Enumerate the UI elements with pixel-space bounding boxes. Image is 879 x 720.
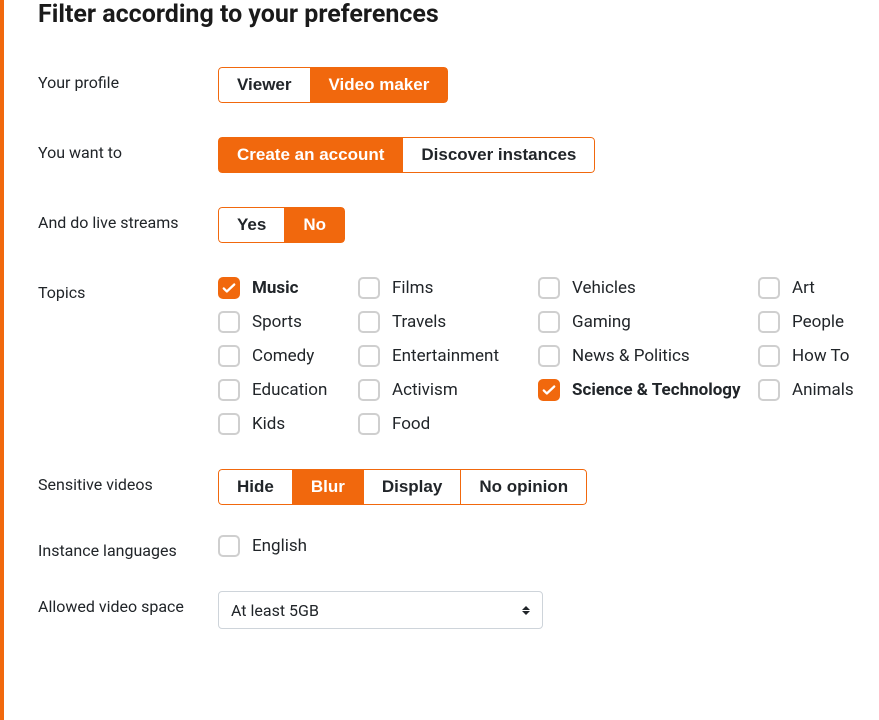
checkbox-box bbox=[758, 277, 780, 299]
profile-option-video-maker[interactable]: Video maker bbox=[311, 67, 449, 103]
topics-checkbox-people[interactable]: People bbox=[758, 311, 878, 333]
checkbox-box bbox=[358, 345, 380, 367]
want-segmented: Create an accountDiscover instances bbox=[218, 137, 595, 173]
topics-checkbox-art[interactable]: Art bbox=[758, 277, 878, 299]
space-select-value: At least 5GB bbox=[231, 601, 319, 620]
space-select[interactable]: At least 5GB bbox=[218, 591, 543, 629]
checkbox-label: Science & Technology bbox=[572, 380, 741, 400]
checkbox-label: Films bbox=[392, 278, 433, 298]
topics-checkbox-animals[interactable]: Animals bbox=[758, 379, 878, 401]
checkbox-box bbox=[218, 311, 240, 333]
checkbox-box bbox=[538, 311, 560, 333]
checkbox-label: Activism bbox=[392, 380, 458, 400]
topics-label: Topics bbox=[38, 277, 218, 302]
topics-checkbox-how-to[interactable]: How To bbox=[758, 345, 878, 367]
filter-heading: Filter according to your preferences bbox=[38, 0, 879, 29]
space-label: Allowed video space bbox=[38, 591, 218, 616]
checkbox-box bbox=[758, 311, 780, 333]
sensitive-segmented: HideBlurDisplayNo opinion bbox=[218, 469, 587, 505]
checkbox-box bbox=[358, 379, 380, 401]
checkbox-box bbox=[358, 413, 380, 435]
checkbox-label: Food bbox=[392, 414, 430, 434]
topics-checkbox-kids[interactable]: Kids bbox=[218, 413, 358, 435]
languages-label: Instance languages bbox=[38, 535, 218, 560]
checkbox-box bbox=[538, 379, 560, 401]
want-label: You want to bbox=[38, 137, 218, 162]
checkbox-box bbox=[218, 277, 240, 299]
languages-checkbox-english[interactable]: English bbox=[218, 535, 307, 557]
checkbox-label: English bbox=[252, 536, 307, 556]
checkbox-label: News & Politics bbox=[572, 346, 690, 366]
accent-rule bbox=[0, 0, 4, 720]
checkbox-box bbox=[358, 311, 380, 333]
profile-option-viewer[interactable]: Viewer bbox=[218, 67, 311, 103]
sensitive-option-blur[interactable]: Blur bbox=[293, 469, 364, 505]
checkbox-label: Vehicles bbox=[572, 278, 636, 298]
topics-checkbox-sports[interactable]: Sports bbox=[218, 311, 358, 333]
checkbox-label: Kids bbox=[252, 414, 285, 434]
sensitive-option-display[interactable]: Display bbox=[364, 469, 461, 505]
live-segmented: YesNo bbox=[218, 207, 345, 243]
live-option-no[interactable]: No bbox=[285, 207, 345, 243]
checkbox-label: Comedy bbox=[252, 346, 314, 366]
topics-checkbox-comedy[interactable]: Comedy bbox=[218, 345, 358, 367]
checkbox-label: Animals bbox=[792, 380, 854, 400]
checkbox-box bbox=[538, 345, 560, 367]
topics-checkbox-activism[interactable]: Activism bbox=[358, 379, 538, 401]
topics-checkbox-travels[interactable]: Travels bbox=[358, 311, 538, 333]
topics-checkbox-gaming[interactable]: Gaming bbox=[538, 311, 758, 333]
topics-checkbox-science-technology[interactable]: Science & Technology bbox=[538, 379, 758, 401]
checkbox-box bbox=[358, 277, 380, 299]
checkbox-label: Sports bbox=[252, 312, 302, 332]
checkbox-label: How To bbox=[792, 346, 850, 366]
sensitive-option-no-opinion[interactable]: No opinion bbox=[461, 469, 587, 505]
topics-checkbox-food[interactable]: Food bbox=[358, 413, 538, 435]
profile-label: Your profile bbox=[38, 67, 218, 92]
checkbox-box bbox=[218, 379, 240, 401]
topics-checkbox-entertainment[interactable]: Entertainment bbox=[358, 345, 538, 367]
checkbox-label: Travels bbox=[392, 312, 446, 332]
sensitive-option-hide[interactable]: Hide bbox=[218, 469, 293, 505]
live-label: And do live streams bbox=[38, 207, 218, 232]
checkbox-box bbox=[218, 345, 240, 367]
checkbox-label: Music bbox=[252, 278, 299, 298]
checkbox-label: Entertainment bbox=[392, 346, 499, 366]
want-option-discover-instances[interactable]: Discover instances bbox=[403, 137, 595, 173]
checkbox-box bbox=[218, 535, 240, 557]
checkbox-box bbox=[758, 345, 780, 367]
checkbox-box bbox=[538, 277, 560, 299]
topics-checkbox-education[interactable]: Education bbox=[218, 379, 358, 401]
topics-grid: Music Films Vehicles Art Sports Travels Gaming… bbox=[218, 277, 879, 435]
checkbox-label: Education bbox=[252, 380, 327, 400]
topics-checkbox-music[interactable]: Music bbox=[218, 277, 358, 299]
topics-checkbox-films[interactable]: Films bbox=[358, 277, 538, 299]
topics-checkbox-vehicles[interactable]: Vehicles bbox=[538, 277, 758, 299]
live-option-yes[interactable]: Yes bbox=[218, 207, 285, 243]
want-option-create-an-account[interactable]: Create an account bbox=[218, 137, 403, 173]
profile-segmented: ViewerVideo maker bbox=[218, 67, 448, 103]
checkbox-box bbox=[218, 413, 240, 435]
checkbox-label: Art bbox=[792, 278, 815, 298]
languages-list: English bbox=[218, 535, 879, 561]
select-caret-icon bbox=[522, 606, 530, 615]
sensitive-label: Sensitive videos bbox=[38, 469, 218, 494]
topics-checkbox-news-politics[interactable]: News & Politics bbox=[538, 345, 758, 367]
checkbox-box bbox=[758, 379, 780, 401]
checkbox-label: Gaming bbox=[572, 312, 631, 332]
checkbox-label: People bbox=[792, 312, 844, 332]
